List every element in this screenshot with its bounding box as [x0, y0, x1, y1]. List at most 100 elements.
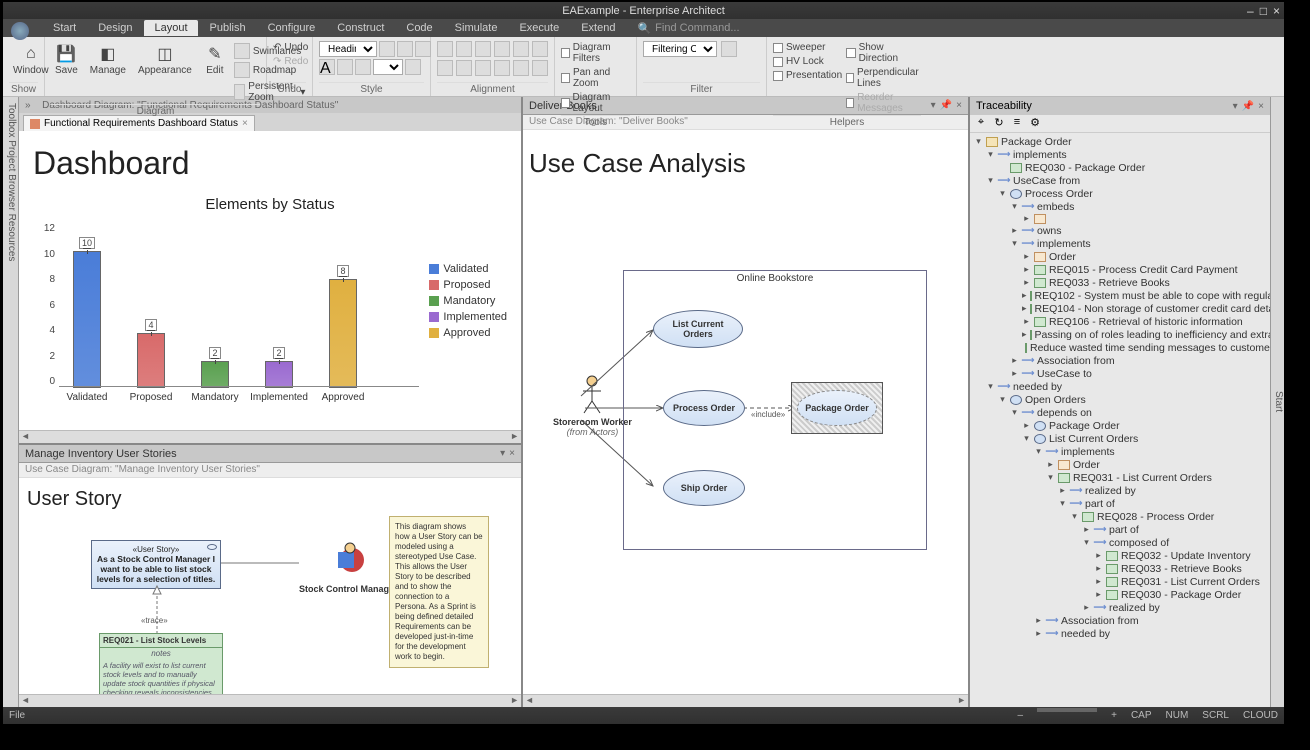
tree-node[interactable]: ▾⟶part of [970, 497, 1270, 510]
menu-code[interactable]: Code [396, 20, 442, 36]
use-case-diagram-pane[interactable]: Use Case Analysis Storeroom Worker (from… [523, 130, 968, 694]
dashboard-diagram-pane[interactable]: Dashboard Elements by Status 121086420 1… [19, 131, 521, 430]
user-story-diagram-pane[interactable]: User Story «User Story» As a Stock Contr… [19, 478, 521, 694]
tree-node[interactable]: ▸⟶realized by [970, 484, 1270, 497]
menu-configure[interactable]: Configure [258, 20, 326, 36]
same-width[interactable] [475, 60, 491, 76]
pane-close-icon[interactable]: × [956, 100, 962, 111]
pane-pin-icon[interactable]: 📌 [1242, 101, 1254, 112]
filter-select[interactable]: Filtering Off [643, 41, 717, 57]
close-button[interactable]: × [1273, 4, 1280, 18]
tree-node[interactable]: ▸Order [970, 250, 1270, 263]
line-width-select[interactable]: 1 [373, 59, 403, 75]
presentation-option[interactable]: Presentation [773, 69, 842, 82]
user-story-card[interactable]: «User Story» As a Stock Control Manager … [91, 540, 221, 589]
left-tool-strip[interactable]: Toolbox Project Browser Resources [3, 97, 19, 707]
tree-node[interactable]: ▾⟶implements [970, 237, 1270, 250]
align-middle[interactable] [513, 41, 529, 57]
align-top[interactable] [494, 41, 510, 57]
traceability-tree[interactable]: ▾Package Order ▾⟶implements REQ030 - Pack… [970, 133, 1270, 707]
reorder-option[interactable]: Reorder Messages [846, 91, 921, 115]
find-command[interactable]: 🔍 Find Command... [637, 22, 739, 35]
explanation-note[interactable]: This diagram shows how a User Story can … [389, 516, 489, 668]
align-bottom[interactable] [532, 41, 548, 57]
edit-button[interactable]: ✎Edit [200, 41, 230, 78]
tree-node[interactable]: ▸⟶Association from [970, 614, 1270, 627]
diagram-filters-option[interactable]: Diagram Filters [561, 41, 630, 65]
menu-design[interactable]: Design [88, 20, 142, 36]
tree-node[interactable]: ▸REQ032 - Update Inventory [970, 549, 1270, 562]
align-center-h[interactable] [456, 41, 472, 57]
tree-node[interactable]: ▸⟶Association from [970, 354, 1270, 367]
tree-node[interactable]: ▸REQ031 - List Current Orders [970, 575, 1270, 588]
pane-close-icon[interactable]: × [1258, 101, 1264, 112]
perpendicular-option[interactable]: Perpendicular Lines [846, 66, 921, 90]
zoom-out-icon[interactable]: – [1018, 710, 1024, 721]
uc-ship-order[interactable]: Ship Order [663, 470, 745, 506]
tree-node[interactable]: ▸⟶needed by [970, 627, 1270, 640]
deliver-hscroll[interactable] [523, 694, 968, 707]
tree-node[interactable]: ▸Order [970, 458, 1270, 471]
menu-execute[interactable]: Execute [509, 20, 569, 36]
pane-dropdown-icon[interactable]: ▾ [1233, 101, 1238, 112]
requirement-card[interactable]: REQ021 - List Stock Levels notes A facil… [99, 633, 223, 700]
minimize-button[interactable]: – [1247, 4, 1254, 18]
tree-node[interactable]: ▸⟶part of [970, 523, 1270, 536]
menu-construct[interactable]: Construct [327, 20, 394, 36]
status-file[interactable]: File [9, 710, 25, 721]
tree-node[interactable]: ▸REQ033 - Retrieve Books [970, 276, 1270, 289]
storeroom-worker-actor[interactable]: Storeroom Worker (from Actors) [553, 375, 632, 437]
trace-tool-refresh[interactable]: ↻ [992, 116, 1006, 130]
line-tool[interactable] [355, 59, 371, 75]
filter-action[interactable] [721, 41, 737, 57]
tree-node[interactable]: ▸Package Order [970, 419, 1270, 432]
manage-button[interactable]: ◧Manage [86, 41, 130, 78]
align-right[interactable] [475, 41, 491, 57]
dashboard-hscroll[interactable] [19, 430, 521, 443]
tree-node[interactable]: ▾⟶composed of [970, 536, 1270, 549]
pane-dropdown-icon[interactable]: ▾ [500, 448, 505, 459]
trace-tool-expand[interactable]: ≡ [1010, 116, 1024, 130]
uc-list-current-orders[interactable]: List Current Orders [653, 310, 743, 348]
save-button[interactable]: 💾Save [51, 41, 82, 78]
style-tool-3[interactable] [415, 41, 431, 57]
menu-layout[interactable]: Layout [144, 20, 197, 36]
zoom-slider[interactable] [1037, 708, 1097, 712]
redo-button[interactable]: ↷ Redo [273, 55, 308, 68]
style-tool-2[interactable] [397, 41, 413, 57]
sweeper-option[interactable]: Sweeper [773, 41, 842, 54]
traceability-header[interactable]: Traceability▾📌× [970, 97, 1270, 115]
space-h[interactable] [437, 60, 453, 76]
menu-simulate[interactable]: Simulate [445, 20, 508, 36]
show-direction-option[interactable]: Show Direction [846, 41, 921, 65]
tree-node[interactable]: ▾⟶embeds [970, 200, 1270, 213]
tree-node[interactable]: ▸REQ106 - Retrieval of historic informat… [970, 315, 1270, 328]
same-height[interactable] [494, 60, 510, 76]
inventory-hscroll[interactable] [19, 694, 521, 707]
tree-node[interactable]: ▸⟶owns [970, 224, 1270, 237]
tree-node[interactable]: ▸REQ104 - Non storage of customer credit… [970, 302, 1270, 315]
tab-close-icon[interactable]: × [242, 118, 248, 129]
style-heading-select[interactable]: Heading [319, 41, 377, 57]
line-style-tool[interactable] [405, 59, 421, 75]
tree-node[interactable]: ▸ [970, 213, 1270, 224]
tree-node[interactable]: Reduce wasted time sending messages to c… [970, 341, 1270, 354]
maximize-button[interactable]: □ [1260, 4, 1267, 18]
tree-node[interactable]: ▾Package Order [970, 135, 1270, 148]
tree-node[interactable]: ▾List Current Orders [970, 432, 1270, 445]
trace-tool-locate[interactable]: ⌖ [974, 116, 988, 130]
uc-package-order[interactable]: Package Order [797, 390, 877, 426]
tree-node[interactable]: ▾Open Orders [970, 393, 1270, 406]
inventory-pane-header[interactable]: Manage Inventory User Stories▾× [19, 445, 521, 463]
trace-tool-options[interactable]: ⚙ [1028, 116, 1042, 130]
tree-node[interactable]: ▸Passing on of roles leading to ineffici… [970, 328, 1270, 341]
pan-zoom-option[interactable]: Pan and Zoom [561, 66, 630, 90]
tree-node[interactable]: ▾REQ031 - List Current Orders [970, 471, 1270, 484]
diagram-layout-option[interactable]: Diagram Layout [561, 91, 630, 115]
pane-close-icon[interactable]: × [509, 448, 515, 459]
align-left[interactable] [437, 41, 453, 57]
tree-node[interactable]: ▾⟶implements [970, 445, 1270, 458]
menu-start[interactable]: Start [43, 20, 86, 36]
menu-publish[interactable]: Publish [200, 20, 256, 36]
tree-node[interactable]: REQ030 - Package Order [970, 161, 1270, 174]
